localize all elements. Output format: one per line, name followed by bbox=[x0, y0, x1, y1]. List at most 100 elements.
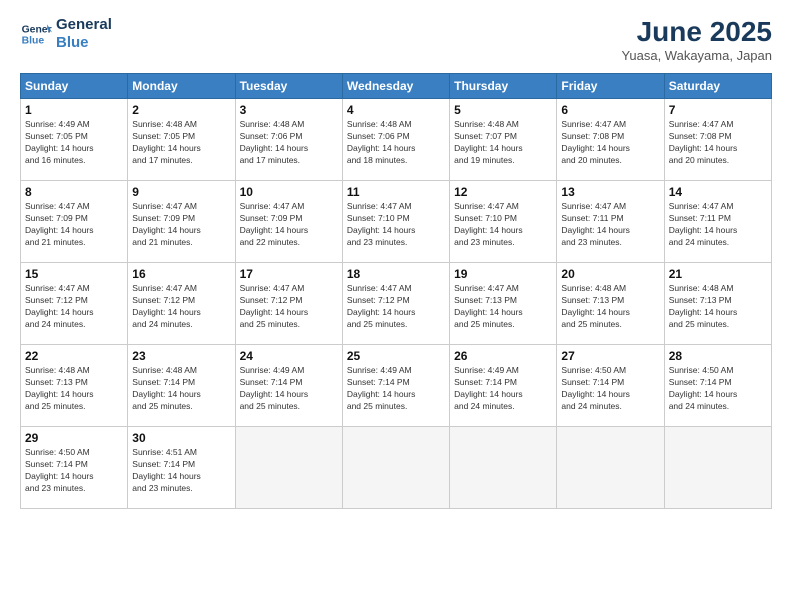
day-info: Sunrise: 4:48 AM Sunset: 7:14 PM Dayligh… bbox=[132, 365, 230, 413]
day-info: Sunrise: 4:48 AM Sunset: 7:05 PM Dayligh… bbox=[132, 119, 230, 167]
day-info: Sunrise: 4:47 AM Sunset: 7:08 PM Dayligh… bbox=[669, 119, 767, 167]
day-info: Sunrise: 4:50 AM Sunset: 7:14 PM Dayligh… bbox=[669, 365, 767, 413]
day-number: 9 bbox=[132, 185, 230, 199]
svg-text:Blue: Blue bbox=[22, 36, 45, 47]
day-number: 6 bbox=[561, 103, 659, 117]
day-info: Sunrise: 4:50 AM Sunset: 7:14 PM Dayligh… bbox=[561, 365, 659, 413]
day-number: 13 bbox=[561, 185, 659, 199]
day-info: Sunrise: 4:48 AM Sunset: 7:13 PM Dayligh… bbox=[25, 365, 123, 413]
day-cell-21: 21 Sunrise: 4:48 AM Sunset: 7:13 PM Dayli… bbox=[664, 263, 771, 345]
day-info: Sunrise: 4:47 AM Sunset: 7:12 PM Dayligh… bbox=[240, 283, 338, 331]
day-cell-19: 19 Sunrise: 4:47 AM Sunset: 7:13 PM Dayli… bbox=[450, 263, 557, 345]
day-info: Sunrise: 4:50 AM Sunset: 7:14 PM Dayligh… bbox=[25, 447, 123, 495]
day-number: 5 bbox=[454, 103, 552, 117]
day-number: 8 bbox=[25, 185, 123, 199]
day-number: 15 bbox=[25, 267, 123, 281]
day-cell-3: 3Sunrise: 4:48 AM Sunset: 7:06 PM Daylig… bbox=[235, 99, 342, 181]
weekday-sunday: Sunday bbox=[21, 74, 128, 99]
calendar: SundayMondayTuesdayWednesdayThursdayFrid… bbox=[20, 73, 772, 509]
weekday-friday: Friday bbox=[557, 74, 664, 99]
header: General Blue General Blue June 2025 Yuas… bbox=[20, 16, 772, 63]
day-cell-23: 23 Sunrise: 4:48 AM Sunset: 7:14 PM Dayli… bbox=[128, 345, 235, 427]
day-cell-12: 12 Sunrise: 4:47 AM Sunset: 7:10 PM Dayli… bbox=[450, 181, 557, 263]
day-number: 24 bbox=[240, 349, 338, 363]
day-info: Sunrise: 4:51 AM Sunset: 7:14 PM Dayligh… bbox=[132, 447, 230, 495]
day-info: Sunrise: 4:49 AM Sunset: 7:05 PM Dayligh… bbox=[25, 119, 123, 167]
week-row-2: 8 Sunrise: 4:47 AM Sunset: 7:09 PM Daylig… bbox=[21, 181, 772, 263]
weekday-tuesday: Tuesday bbox=[235, 74, 342, 99]
day-number: 14 bbox=[669, 185, 767, 199]
weekday-header-row: SundayMondayTuesdayWednesdayThursdayFrid… bbox=[21, 74, 772, 99]
day-cell-2: 2Sunrise: 4:48 AM Sunset: 7:05 PM Daylig… bbox=[128, 99, 235, 181]
day-cell-18: 18Sunrise: 4:47 AM Sunset: 7:12 PM Dayli… bbox=[342, 263, 449, 345]
day-number: 19 bbox=[454, 267, 552, 281]
day-cell-4: 4Sunrise: 4:48 AM Sunset: 7:06 PM Daylig… bbox=[342, 99, 449, 181]
day-info: Sunrise: 4:47 AM Sunset: 7:08 PM Dayligh… bbox=[561, 119, 659, 167]
title-block: June 2025 Yuasa, Wakayama, Japan bbox=[621, 16, 772, 63]
day-cell-8: 8 Sunrise: 4:47 AM Sunset: 7:09 PM Daylig… bbox=[21, 181, 128, 263]
day-info: Sunrise: 4:47 AM Sunset: 7:09 PM Dayligh… bbox=[132, 201, 230, 249]
logo-icon: General Blue bbox=[20, 18, 52, 50]
day-info: Sunrise: 4:48 AM Sunset: 7:06 PM Dayligh… bbox=[347, 119, 445, 167]
day-number: 7 bbox=[669, 103, 767, 117]
day-number: 23 bbox=[132, 349, 230, 363]
weekday-thursday: Thursday bbox=[450, 74, 557, 99]
day-info: Sunrise: 4:47 AM Sunset: 7:10 PM Dayligh… bbox=[347, 201, 445, 249]
empty-cell bbox=[557, 427, 664, 509]
weekday-wednesday: Wednesday bbox=[342, 74, 449, 99]
day-cell-22: 22 Sunrise: 4:48 AM Sunset: 7:13 PM Dayli… bbox=[21, 345, 128, 427]
day-number: 21 bbox=[669, 267, 767, 281]
day-cell-17: 17 Sunrise: 4:47 AM Sunset: 7:12 PM Dayli… bbox=[235, 263, 342, 345]
weekday-monday: Monday bbox=[128, 74, 235, 99]
logo-general: General bbox=[56, 16, 112, 34]
day-cell-14: 14 Sunrise: 4:47 AM Sunset: 7:11 PM Dayli… bbox=[664, 181, 771, 263]
day-cell-10: 10Sunrise: 4:47 AM Sunset: 7:09 PM Dayli… bbox=[235, 181, 342, 263]
day-number: 22 bbox=[25, 349, 123, 363]
day-number: 29 bbox=[25, 431, 123, 445]
empty-cell bbox=[342, 427, 449, 509]
day-number: 12 bbox=[454, 185, 552, 199]
day-number: 3 bbox=[240, 103, 338, 117]
week-row-1: 1 Sunrise: 4:49 AM Sunset: 7:05 PM Daylig… bbox=[21, 99, 772, 181]
day-cell-1: 1 Sunrise: 4:49 AM Sunset: 7:05 PM Daylig… bbox=[21, 99, 128, 181]
day-info: Sunrise: 4:48 AM Sunset: 7:13 PM Dayligh… bbox=[669, 283, 767, 331]
day-cell-26: 26 Sunrise: 4:49 AM Sunset: 7:14 PM Dayli… bbox=[450, 345, 557, 427]
day-cell-30: 30 Sunrise: 4:51 AM Sunset: 7:14 PM Dayli… bbox=[128, 427, 235, 509]
day-info: Sunrise: 4:47 AM Sunset: 7:09 PM Dayligh… bbox=[240, 201, 338, 249]
day-cell-20: 20Sunrise: 4:48 AM Sunset: 7:13 PM Dayli… bbox=[557, 263, 664, 345]
day-info: Sunrise: 4:47 AM Sunset: 7:11 PM Dayligh… bbox=[561, 201, 659, 249]
day-number: 27 bbox=[561, 349, 659, 363]
day-number: 26 bbox=[454, 349, 552, 363]
week-row-3: 15 Sunrise: 4:47 AM Sunset: 7:12 PM Dayli… bbox=[21, 263, 772, 345]
logo: General Blue General Blue bbox=[20, 16, 112, 52]
month-title: June 2025 bbox=[621, 16, 772, 48]
day-number: 28 bbox=[669, 349, 767, 363]
day-cell-15: 15Sunrise: 4:47 AM Sunset: 7:12 PM Dayli… bbox=[21, 263, 128, 345]
day-info: Sunrise: 4:49 AM Sunset: 7:14 PM Dayligh… bbox=[347, 365, 445, 413]
day-info: Sunrise: 4:47 AM Sunset: 7:09 PM Dayligh… bbox=[25, 201, 123, 249]
day-cell-24: 24Sunrise: 4:49 AM Sunset: 7:14 PM Dayli… bbox=[235, 345, 342, 427]
day-info: Sunrise: 4:47 AM Sunset: 7:13 PM Dayligh… bbox=[454, 283, 552, 331]
day-cell-16: 16 Sunrise: 4:47 AM Sunset: 7:12 PM Dayli… bbox=[128, 263, 235, 345]
day-info: Sunrise: 4:47 AM Sunset: 7:11 PM Dayligh… bbox=[669, 201, 767, 249]
day-cell-25: 25Sunrise: 4:49 AM Sunset: 7:14 PM Dayli… bbox=[342, 345, 449, 427]
day-info: Sunrise: 4:47 AM Sunset: 7:12 PM Dayligh… bbox=[347, 283, 445, 331]
day-number: 17 bbox=[240, 267, 338, 281]
day-cell-5: 5Sunrise: 4:48 AM Sunset: 7:07 PM Daylig… bbox=[450, 99, 557, 181]
day-cell-28: 28 Sunrise: 4:50 AM Sunset: 7:14 PM Dayli… bbox=[664, 345, 771, 427]
day-info: Sunrise: 4:47 AM Sunset: 7:10 PM Dayligh… bbox=[454, 201, 552, 249]
day-info: Sunrise: 4:49 AM Sunset: 7:14 PM Dayligh… bbox=[454, 365, 552, 413]
day-cell-29: 29 Sunrise: 4:50 AM Sunset: 7:14 PM Dayli… bbox=[21, 427, 128, 509]
day-cell-6: 6 Sunrise: 4:47 AM Sunset: 7:08 PM Daylig… bbox=[557, 99, 664, 181]
day-number: 16 bbox=[132, 267, 230, 281]
empty-cell bbox=[664, 427, 771, 509]
day-cell-11: 11Sunrise: 4:47 AM Sunset: 7:10 PM Dayli… bbox=[342, 181, 449, 263]
day-number: 30 bbox=[132, 431, 230, 445]
day-info: Sunrise: 4:48 AM Sunset: 7:13 PM Dayligh… bbox=[561, 283, 659, 331]
page: General Blue General Blue June 2025 Yuas… bbox=[0, 0, 792, 612]
logo-blue: Blue bbox=[56, 34, 112, 52]
day-info: Sunrise: 4:47 AM Sunset: 7:12 PM Dayligh… bbox=[132, 283, 230, 331]
empty-cell bbox=[450, 427, 557, 509]
day-number: 1 bbox=[25, 103, 123, 117]
weekday-saturday: Saturday bbox=[664, 74, 771, 99]
